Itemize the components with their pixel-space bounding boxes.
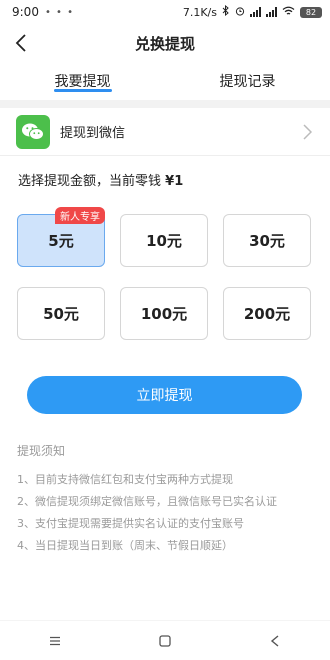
nav-bar: 兑换提现 — [0, 24, 330, 62]
tab-records[interactable]: 提现记录 — [165, 62, 330, 100]
note-item: 3、支付宝提现需要提供实名认证的支付宝账号 — [17, 517, 244, 530]
menu-icon — [50, 636, 60, 645]
note-item: 2、微信提现须绑定微信账号，且微信账号已实名认证 — [17, 495, 277, 508]
home-icon — [159, 634, 171, 647]
tab-active-indicator — [53, 89, 112, 92]
amount-label: 50元 — [43, 305, 79, 323]
tab-label: 提现记录 — [219, 74, 276, 90]
wifi-icon — [282, 6, 295, 19]
status-left: 9:00 • • • — [12, 5, 74, 19]
amount-label: 10元 — [146, 232, 182, 250]
amount-label: 200元 — [243, 305, 291, 323]
tab-bar: 我要提现 提现记录 — [0, 62, 330, 100]
new-user-badge: 新人专享 — [55, 207, 105, 224]
system-back-button[interactable] — [265, 631, 285, 651]
bluetooth-icon — [222, 4, 230, 19]
status-bar: 9:00 • • • 7.1K/s 82 — [0, 0, 330, 24]
amount-grid: 新人专享 5元 10元 30元 50元 100元 200元 — [0, 196, 330, 340]
notes-title: 提现须知 — [17, 444, 66, 458]
system-nav-bar — [0, 620, 330, 660]
amount-label: 5元 — [48, 232, 74, 250]
withdraw-method-label: 提现到微信 — [60, 126, 126, 141]
chevron-left-icon — [15, 34, 26, 52]
chevron-right-icon — [300, 123, 314, 141]
withdraw-notes: 提现须知 1、目前支持微信红包和支付宝两种方式提现 2、微信提现须绑定微信账号，… — [0, 414, 330, 557]
signal-icon-2 — [266, 7, 277, 17]
amount-option-10[interactable]: 10元 — [120, 214, 208, 267]
home-button[interactable] — [155, 631, 175, 651]
tab-label: 我要提现 — [54, 74, 111, 90]
status-right: 7.1K/s 82 — [182, 4, 322, 19]
section-divider — [0, 100, 330, 108]
withdraw-method-wechat[interactable]: 提现到微信 — [0, 108, 330, 156]
status-dots: • • • — [44, 6, 75, 18]
battery-indicator: 82 — [300, 6, 322, 18]
note-item: 1、目前支持微信红包和支付宝两种方式提现 — [17, 473, 233, 486]
page-title: 兑换提现 — [134, 34, 195, 53]
wechat-icon — [16, 114, 50, 149]
alarm-icon — [235, 6, 245, 19]
back-button[interactable] — [8, 30, 34, 56]
tab-withdraw[interactable]: 我要提现 — [0, 62, 165, 100]
note-item: 4、当日提现当日到账（周末、节假日顺延） — [17, 539, 233, 552]
status-time: 9:00 — [12, 5, 39, 19]
menu-button[interactable] — [45, 631, 65, 651]
amount-option-200[interactable]: 200元 — [223, 287, 311, 340]
amount-label: 100元 — [140, 305, 188, 323]
amount-option-50[interactable]: 50元 — [17, 287, 105, 340]
amount-option-30[interactable]: 30元 — [223, 214, 311, 267]
withdraw-now-button[interactable]: 立即提现 — [27, 376, 302, 414]
balance-amount: ¥1 — [165, 174, 184, 189]
amount-label: 30元 — [249, 232, 285, 250]
back-triangle-icon — [270, 634, 279, 647]
signal-icon — [250, 7, 261, 17]
amount-option-100[interactable]: 100元 — [120, 287, 208, 340]
balance-prefix: 选择提现金额，当前零钱 — [18, 174, 162, 189]
balance-hint: 选择提现金额，当前零钱 ¥1 — [0, 156, 330, 196]
amount-option-5[interactable]: 新人专享 5元 — [17, 207, 105, 267]
network-speed: 7.1K/s — [182, 5, 217, 19]
